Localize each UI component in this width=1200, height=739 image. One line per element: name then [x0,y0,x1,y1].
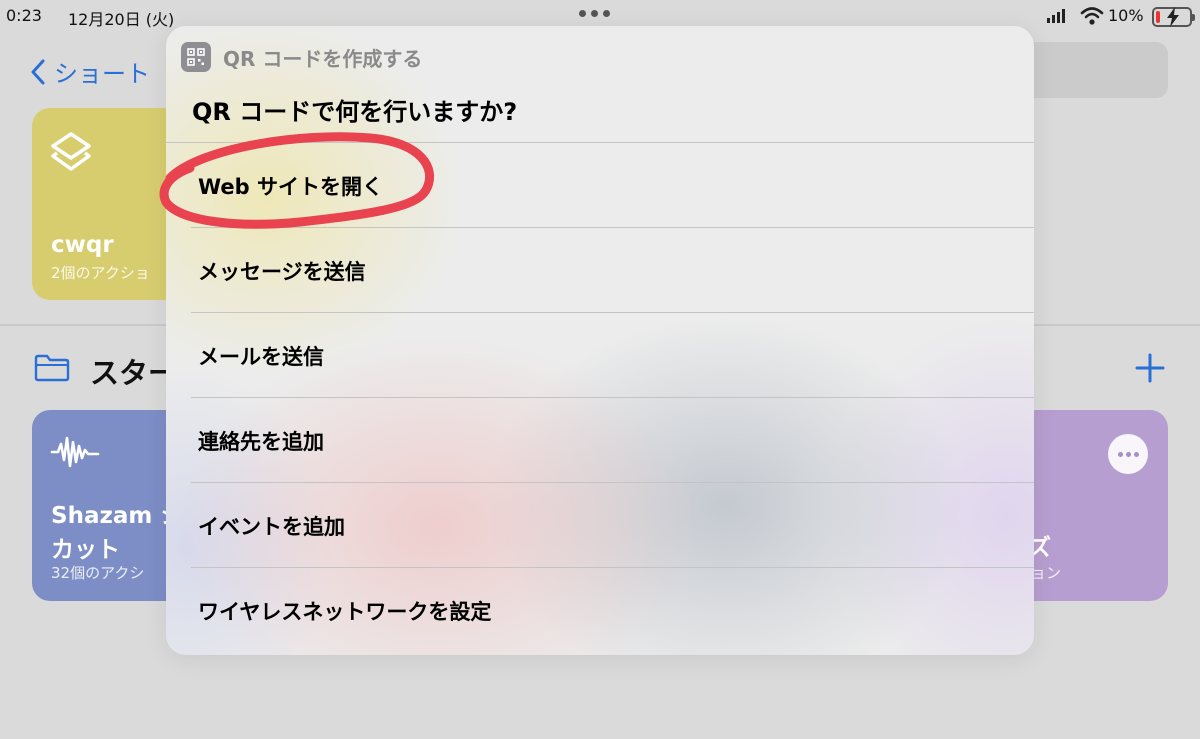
charging-bolt-icon [1167,7,1179,27]
cellular-signal-icon [1047,9,1065,23]
option-send-email[interactable]: メールを送信 [166,313,1034,398]
status-time: 0:23 [6,6,42,25]
battery-percent: 10% [1108,6,1144,25]
option-label: イベントを追加 [198,514,345,539]
status-date: 12月20日 (火) [68,10,175,29]
qr-code-icon [181,42,211,72]
card-subtitle: ョン [1031,564,1062,582]
option-add-event[interactable]: イベントを追加 [166,483,1034,568]
card-subtitle: 2個のアクショ [51,264,150,282]
option-label: メールを送信 [198,344,324,369]
add-icon[interactable] [1134,352,1166,384]
waveform-icon [50,436,100,468]
folder-icon [34,354,70,382]
card-title-line2: カット [51,537,120,563]
option-label: 連絡先を追加 [198,429,324,454]
sheet-question: QR コードで何を行いますか? [192,98,518,126]
sheet-header: QR コードを作成する [181,42,422,72]
option-label: メッセージを送信 [198,259,366,284]
option-label: Web サイトを開く [198,174,384,199]
multitasking-dots-icon[interactable] [579,10,610,17]
action-sheet: QR コードを作成する QR コードで何を行いますか? Web サイトを開く メ… [166,26,1034,655]
option-open-website[interactable]: Web サイトを開く [166,143,1034,228]
back-button[interactable]: ショート [30,54,150,89]
layers-icon [51,132,91,171]
options-list: Web サイトを開く メッセージを送信 メールを送信 連絡先を追加 イベントを追… [166,143,1034,653]
option-setup-wifi[interactable]: ワイヤレスネットワークを設定 [166,568,1034,653]
chevron-left-icon [31,59,45,84]
option-label: ワイヤレスネットワークを設定 [198,599,492,624]
sheet-app-title: QR コードを作成する [223,46,423,71]
card-subtitle: 32個のアクシ [51,564,145,582]
section-title: スター [90,356,178,390]
option-add-contact[interactable]: 連絡先を追加 [166,398,1034,483]
card-title-line1: Shazam シ [51,503,184,529]
card-title: cwqr [51,232,114,258]
more-icon[interactable] [1108,434,1148,474]
wifi-icon [1080,7,1104,25]
battery-icon [1152,7,1195,27]
option-send-message[interactable]: メッセージを送信 [166,228,1034,313]
back-label: ショート [54,60,150,88]
